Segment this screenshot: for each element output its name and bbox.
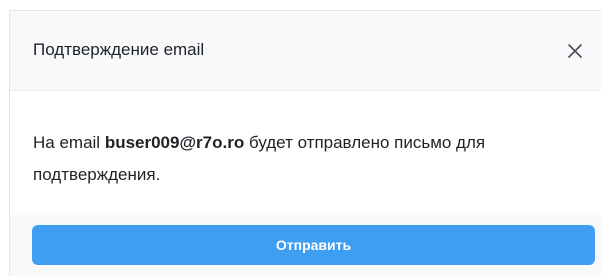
dialog-title: Подтверждение email bbox=[33, 40, 205, 59]
message-prefix: На email bbox=[33, 133, 105, 152]
dialog-header: Подтверждение email bbox=[10, 11, 601, 91]
close-icon[interactable] bbox=[565, 41, 585, 61]
confirmation-message: На email buser009@r7o.ro будет отправлен… bbox=[33, 127, 563, 191]
dialog-body: На email buser009@r7o.ro будет отправлен… bbox=[10, 91, 601, 215]
email-confirmation-dialog: Подтверждение email На email buser009@r7… bbox=[10, 11, 601, 276]
dialog-footer: Отправить bbox=[10, 215, 601, 276]
email-address: buser009@r7o.ro bbox=[104, 133, 245, 152]
send-button[interactable]: Отправить bbox=[32, 225, 595, 265]
